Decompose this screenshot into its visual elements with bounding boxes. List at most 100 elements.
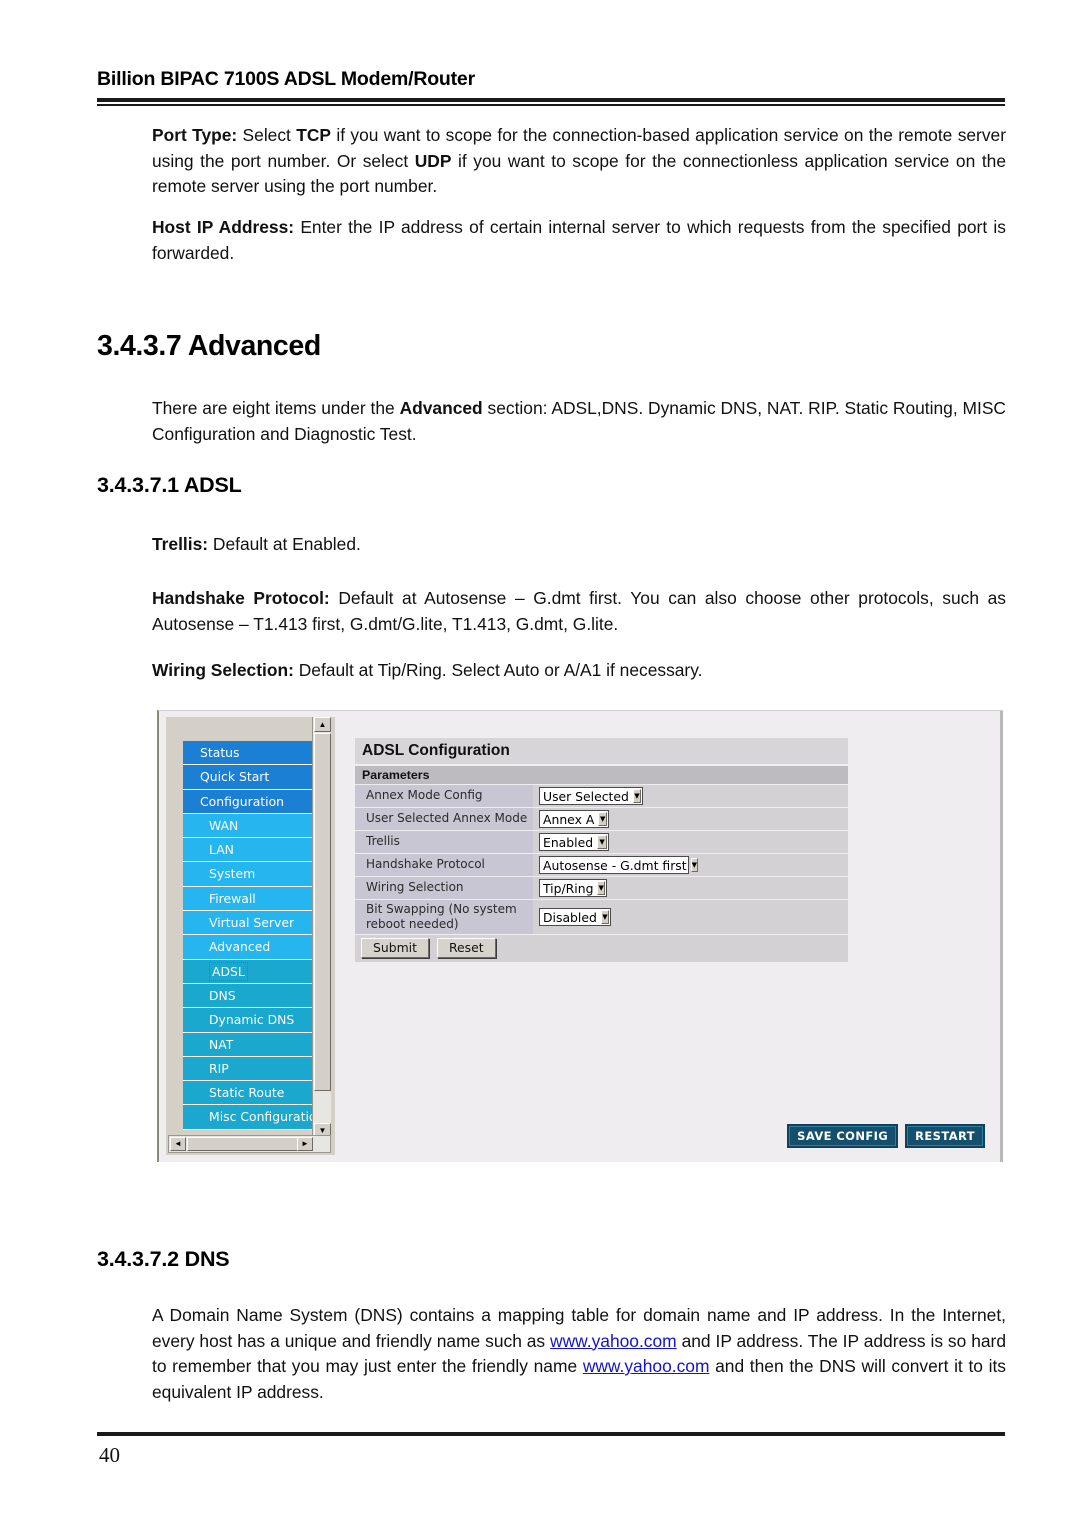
router-sidebar-menu[interactable]: Status Quick Start Configuration WAN LAN Syst… (183, 741, 320, 1133)
scroll-up-arrow-icon[interactable]: ▲ (314, 717, 331, 732)
parameter-value-cell: Tip/Ring ▼ (533, 877, 848, 899)
scroll-right-arrow-icon[interactable]: ► (297, 1137, 313, 1151)
submit-button[interactable]: Submit (361, 938, 429, 958)
wiring-text: Default at Tip/Ring. Select Auto or A/A1… (293, 660, 703, 680)
sidebar-item-label: Static Route (209, 1085, 285, 1101)
parameter-value-cell: Enabled ▼ (533, 831, 848, 853)
sidebar-item-static-route[interactable]: Static Route (183, 1081, 320, 1106)
sidebar-item-configuration[interactable]: Configuration (183, 789, 320, 814)
chevron-down-icon[interactable]: ▼ (690, 858, 699, 872)
parameter-row: Wiring Selection Tip/Ring ▼ (355, 877, 848, 899)
header-rule (97, 98, 1005, 106)
reset-button[interactable]: Reset (436, 938, 496, 958)
parameter-value-cell: User Selected ▼ (533, 785, 848, 807)
sidebar-item-adsl[interactable]: ADSL (183, 959, 320, 984)
chevron-down-icon[interactable]: ▼ (598, 812, 607, 826)
parameter-label: User Selected Annex Mode (355, 808, 533, 830)
footer-rule (97, 1432, 1005, 1436)
sidebar-item-label: Misc Configuration (209, 1109, 320, 1125)
dropdown-bit-swapping-no-system-reboot-needed-[interactable]: Disabled ▼ (539, 908, 611, 926)
dropdown-value: Annex A (543, 811, 595, 827)
parameter-label: Annex Mode Config (355, 785, 533, 807)
sidebar-item-system[interactable]: System (183, 862, 320, 887)
port-type-bold-tcp: TCP (296, 125, 332, 145)
term-trellis: Trellis: (152, 534, 209, 554)
port-type-bold-udp: UDP (414, 150, 452, 171)
dropdown-value: Autosense - G.dmt first (543, 857, 687, 873)
sidebar-item-virtual-server[interactable]: Virtual Server (183, 911, 320, 936)
sidebar-item-advanced[interactable]: Advanced (183, 935, 320, 960)
sidebar-item-label: Firewall (209, 890, 256, 906)
sidebar-item-quick-start[interactable]: Quick Start (183, 765, 320, 790)
parameter-row: Annex Mode Config User Selected ▼ (355, 785, 848, 807)
sidebar-item-dynamic-dns[interactable]: Dynamic DNS (183, 1008, 320, 1033)
sidebar-item-firewall[interactable]: Firewall (183, 886, 320, 912)
term-port-type: Port Type: (152, 125, 238, 145)
sidebar-item-label: RIP (209, 1060, 229, 1076)
vertical-scroll-thumb[interactable] (314, 733, 331, 1091)
sidebar-horizontal-scrollbar[interactable]: ◄ ► (168, 1135, 331, 1153)
chevron-down-icon[interactable]: ▼ (600, 910, 609, 924)
paragraph-host-ip-address: Host IP Address: Enter the IP address of… (152, 215, 1006, 266)
sidebar-item-misc-configuration[interactable]: Misc Configuration (183, 1105, 320, 1130)
dropdown-value: User Selected (543, 788, 629, 804)
dropdown-wiring-selection[interactable]: Tip/Ring ▼ (539, 879, 607, 897)
link-yahoo-2[interactable]: www.yahoo.com (583, 1356, 710, 1376)
screenshot-right-edge (1000, 711, 1003, 1162)
sidebar-item-status[interactable]: Status (183, 741, 320, 766)
dropdown-value: Disabled (543, 909, 597, 925)
paragraph-trellis: Trellis: Default at Enabled. (152, 532, 1006, 558)
trellis-text: Default at Enabled. (208, 534, 361, 554)
sidebar-item-lan[interactable]: LAN (183, 838, 320, 863)
chevron-down-icon[interactable]: ▼ (632, 789, 641, 803)
form-button-row: Submit Reset (355, 935, 848, 962)
paragraph-handshake-protocol: Handshake Protocol: Default at Autosense… (152, 586, 1006, 637)
parameter-label: Trellis (355, 831, 533, 853)
advanced-intro-text-1: There are eight items under the (152, 398, 400, 418)
sidebar-item-label: WAN (209, 817, 239, 833)
sidebar-item-dns[interactable]: DNS (183, 983, 320, 1009)
router-sidebar-frame: Status Quick Start Configuration WAN LAN Syst… (166, 717, 335, 1155)
restart-button[interactable]: RESTART (905, 1124, 985, 1148)
sidebar-item-wan[interactable]: WAN (183, 813, 320, 839)
document-page: Billion BIPAC 7100S ADSL Modem/Router Po… (0, 0, 1080, 1528)
sidebar-item-label: Configuration (200, 793, 285, 809)
scroll-left-arrow-icon[interactable]: ◄ (170, 1137, 186, 1151)
paragraph-port-type: Port Type: Select TCP if you want to sco… (152, 123, 1006, 200)
sidebar-item-rip[interactable]: RIP (183, 1056, 320, 1082)
sidebar-vertical-scrollbar[interactable]: ▲ ▼ (312, 717, 331, 1138)
sidebar-item-label: ADSL (209, 961, 248, 981)
parameter-value-cell: Annex A ▼ (533, 808, 848, 830)
horizontal-scroll-thumb[interactable] (187, 1137, 303, 1151)
link-yahoo-1[interactable]: www.yahoo.com (550, 1331, 677, 1351)
parameter-row: Trellis Enabled ▼ (355, 831, 848, 853)
dropdown-value: Tip/Ring (543, 880, 594, 896)
adsl-configuration-panel: ADSL Configuration Parameters Annex Mode… (355, 738, 848, 962)
dropdown-user-selected-annex-mode[interactable]: Annex A ▼ (539, 810, 609, 828)
chevron-down-icon[interactable]: ▼ (597, 881, 605, 895)
dropdown-handshake-protocol[interactable]: Autosense - G.dmt first ▼ (539, 856, 699, 874)
advanced-intro-bold: Advanced (399, 398, 483, 418)
sidebar-item-nat[interactable]: NAT (183, 1032, 320, 1057)
router-ui-screenshot: Status Quick Start Configuration WAN LAN Syst… (157, 710, 1003, 1162)
dropdown-annex-mode-config[interactable]: User Selected ▼ (539, 787, 643, 805)
sidebar-item-label: Quick Start (200, 769, 270, 785)
running-head: Billion BIPAC 7100S ADSL Modem/Router (97, 68, 1007, 106)
parameter-row: Handshake Protocol Autosense - G.dmt firs… (355, 854, 848, 876)
parameter-label: Bit Swapping (No system reboot needed) (355, 900, 533, 934)
panel-subtitle-parameters: Parameters (355, 766, 848, 784)
dropdown-trellis[interactable]: Enabled ▼ (539, 833, 609, 851)
term-host-ip-address: Host IP Address: (152, 217, 295, 237)
heading-advanced: 3.4.3.7 Advanced (97, 330, 321, 362)
chevron-down-icon[interactable]: ▼ (597, 835, 607, 849)
sidebar-item-label: Advanced (209, 939, 271, 955)
paragraph-advanced-intro: There are eight items under the Advanced… (152, 396, 1006, 447)
panel-title: ADSL Configuration (355, 738, 848, 764)
sidebar-item-label: System (209, 866, 256, 882)
sidebar-item-label: LAN (209, 842, 234, 858)
sidebar-item-label: Dynamic DNS (209, 1012, 295, 1028)
heading-adsl: 3.4.3.7.1 ADSL (97, 473, 242, 497)
save-config-button[interactable]: SAVE CONFIG (787, 1124, 899, 1148)
parameter-value-cell: Disabled ▼ (533, 900, 848, 934)
page-number: 40 (99, 1443, 120, 1467)
